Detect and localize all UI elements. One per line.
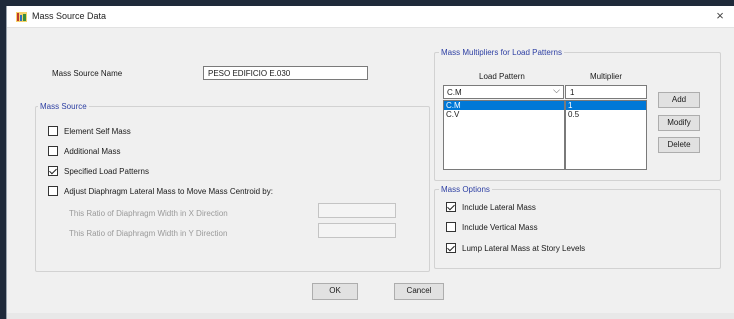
- app-icon: [16, 12, 27, 22]
- window-title: Mass Source Data: [32, 11, 107, 21]
- include-lateral-mass-checkbox[interactable]: [446, 202, 456, 212]
- title-bar: Mass Source Data ×: [7, 6, 734, 28]
- lump-lateral-mass-label: Lump Lateral Mass at Story Levels: [462, 243, 586, 253]
- element-self-mass-checkbox[interactable]: [48, 126, 58, 136]
- lump-lateral-mass-checkbox[interactable]: [446, 243, 456, 253]
- mass-source-dialog: Mass Source Data × Mass Source Name PESO…: [6, 6, 734, 319]
- ratio-y-label: This Ratio of Diaphragm Width in Y Direc…: [69, 229, 228, 238]
- load-pattern-list[interactable]: C.M C.V: [443, 100, 565, 170]
- mass-source-name-input[interactable]: PESO EDIFICIO E.030: [203, 66, 368, 80]
- delete-button[interactable]: Delete: [658, 137, 700, 153]
- ratio-x-label: This Ratio of Diaphragm Width in X Direc…: [69, 209, 228, 218]
- mass-multipliers-group-label: Mass Multipliers for Load Patterns: [439, 48, 564, 57]
- include-lateral-mass-label: Include Lateral Mass: [462, 202, 536, 212]
- close-icon[interactable]: ×: [706, 6, 734, 28]
- multiplier-column-header: Multiplier: [590, 72, 623, 81]
- mass-options-group-label: Mass Options: [439, 185, 492, 194]
- adjust-diaphragm-checkbox[interactable]: [48, 186, 58, 196]
- list-item[interactable]: 1: [566, 101, 646, 110]
- ratio-y-input[interactable]: [318, 223, 396, 238]
- additional-mass-label: Additional Mass: [64, 146, 121, 156]
- load-pattern-column-header: Load Pattern: [479, 72, 525, 81]
- modify-button[interactable]: Modify: [658, 115, 700, 131]
- include-vertical-mass-checkbox[interactable]: [446, 222, 456, 232]
- element-self-mass-label: Element Self Mass: [64, 126, 131, 136]
- include-vertical-mass-label: Include Vertical Mass: [462, 222, 538, 232]
- load-pattern-dropdown-value: C.M: [447, 88, 462, 97]
- list-item[interactable]: C.V: [444, 110, 564, 119]
- add-button[interactable]: Add: [658, 92, 700, 108]
- specified-load-patterns-label: Specified Load Patterns: [64, 166, 149, 176]
- adjust-diaphragm-option[interactable]: Adjust Diaphragm Lateral Mass to Move Ma…: [48, 186, 273, 198]
- bottom-edge: [7, 313, 734, 319]
- element-self-mass-option[interactable]: Element Self Mass: [48, 126, 131, 138]
- list-item[interactable]: 0.5: [566, 110, 646, 119]
- ok-button[interactable]: OK: [312, 283, 358, 300]
- list-item[interactable]: C.M: [444, 101, 564, 110]
- additional-mass-option[interactable]: Additional Mass: [48, 146, 120, 158]
- adjust-diaphragm-label: Adjust Diaphragm Lateral Mass to Move Ma…: [64, 186, 273, 196]
- mass-source-name-label: Mass Source Name: [52, 69, 123, 78]
- mass-source-group-label: Mass Source: [38, 102, 89, 111]
- ratio-x-input[interactable]: [318, 203, 396, 218]
- chevron-down-icon[interactable]: ⌵: [553, 86, 560, 95]
- load-pattern-dropdown[interactable]: C.M ⌵: [443, 85, 564, 99]
- additional-mass-checkbox[interactable]: [48, 146, 58, 156]
- specified-load-patterns-option[interactable]: Specified Load Patterns: [48, 166, 149, 178]
- include-vertical-mass-option[interactable]: Include Vertical Mass: [446, 222, 538, 234]
- cancel-button[interactable]: Cancel: [394, 283, 444, 300]
- lump-lateral-mass-option[interactable]: Lump Lateral Mass at Story Levels: [446, 243, 585, 255]
- multiplier-list[interactable]: 1 0.5: [565, 100, 647, 170]
- include-lateral-mass-option[interactable]: Include Lateral Mass: [446, 202, 536, 214]
- multiplier-input[interactable]: 1: [565, 85, 647, 99]
- specified-load-patterns-checkbox[interactable]: [48, 166, 58, 176]
